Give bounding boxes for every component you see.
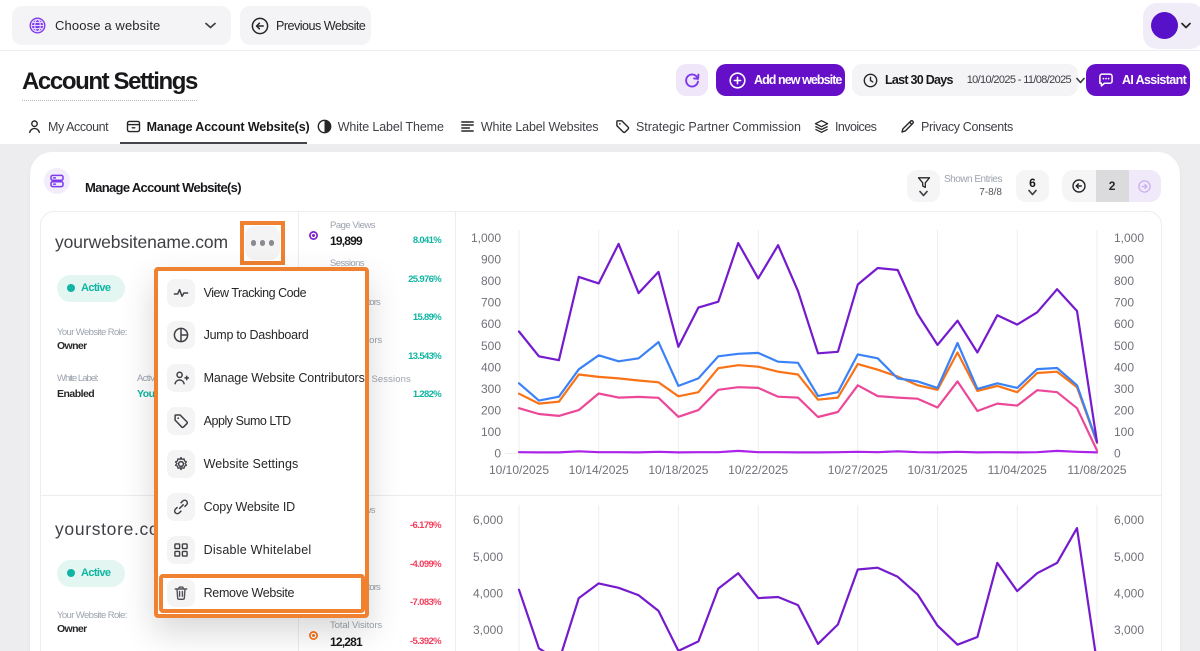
svg-text:300: 300 — [481, 382, 501, 396]
svg-text:0: 0 — [1114, 447, 1121, 461]
svg-text:10/31/2025: 10/31/2025 — [907, 463, 967, 477]
svg-text:10/27/2025: 10/27/2025 — [828, 463, 888, 477]
svg-text:500: 500 — [1114, 339, 1134, 353]
svg-text:100: 100 — [1114, 425, 1134, 439]
svg-text:800: 800 — [481, 274, 501, 288]
svg-text:400: 400 — [1114, 360, 1134, 374]
svg-text:5,000: 5,000 — [473, 550, 503, 564]
svg-text:10/10/2025: 10/10/2025 — [489, 463, 549, 477]
svg-text:10/22/2025: 10/22/2025 — [728, 463, 788, 477]
svg-text:900: 900 — [1114, 252, 1134, 266]
svg-text:300: 300 — [1114, 382, 1134, 396]
svg-text:800: 800 — [1114, 274, 1134, 288]
svg-text:700: 700 — [1114, 296, 1134, 310]
svg-text:0: 0 — [494, 447, 501, 461]
svg-text:100: 100 — [481, 425, 501, 439]
svg-text:1,000: 1,000 — [1114, 231, 1144, 245]
svg-text:600: 600 — [481, 317, 501, 331]
svg-text:4,000: 4,000 — [473, 587, 503, 601]
svg-text:900: 900 — [481, 252, 501, 266]
svg-text:10/18/2025: 10/18/2025 — [648, 463, 708, 477]
svg-text:11/08/2025: 11/08/2025 — [1067, 463, 1126, 477]
svg-text:5,000: 5,000 — [1114, 550, 1144, 564]
svg-text:200: 200 — [481, 404, 501, 418]
svg-text:500: 500 — [481, 339, 501, 353]
svg-text:4,000: 4,000 — [1114, 587, 1144, 601]
svg-text:700: 700 — [481, 296, 501, 310]
svg-text:400: 400 — [481, 360, 501, 374]
svg-text:3,000: 3,000 — [1114, 623, 1144, 637]
svg-text:6,000: 6,000 — [473, 513, 503, 527]
svg-text:6,000: 6,000 — [1114, 513, 1144, 527]
svg-text:1,000: 1,000 — [471, 231, 501, 245]
svg-text:600: 600 — [1114, 317, 1134, 331]
svg-text:11/04/2025: 11/04/2025 — [988, 463, 1047, 477]
svg-text:3,000: 3,000 — [473, 623, 503, 637]
svg-text:200: 200 — [1114, 404, 1134, 418]
svg-text:10/14/2025: 10/14/2025 — [569, 463, 629, 477]
